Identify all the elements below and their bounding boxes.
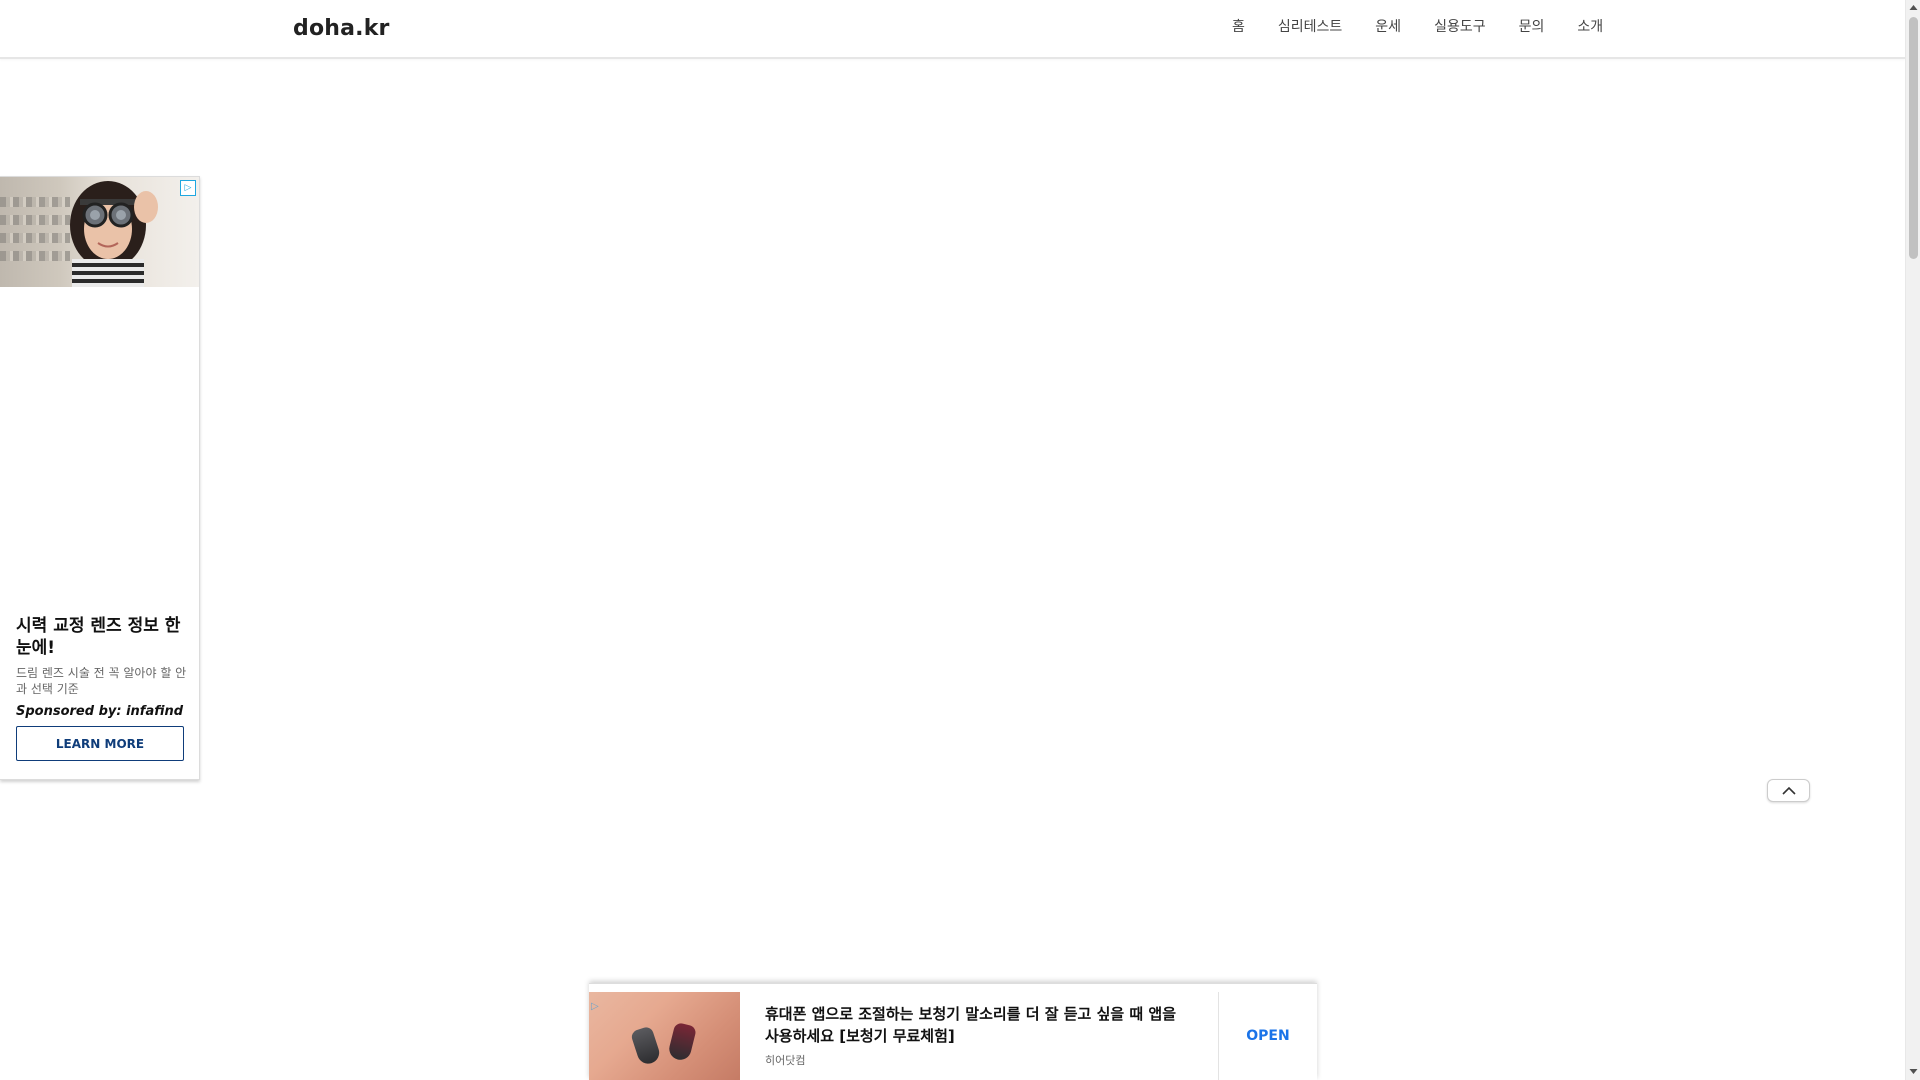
ad-choices-icon[interactable]: ▷ [591, 1001, 599, 1012]
nav-fortune[interactable]: 운세 [1375, 16, 1401, 36]
left-sidebar-ad[interactable]: ▷ 시력 교정 렌즈 정보 한눈에! 드림 렌즈 시술 전 꼭 알아야 할 안과… [0, 176, 200, 780]
bottom-anchor-ad[interactable]: ▷ 휴대폰 앱으로 조절하는 보청기 말소리를 더 잘 듣고 싶을 때 앱을 사… [589, 983, 1317, 1080]
main-nav: 홈 심리테스트 운세 실용도구 문의 소개 [1232, 16, 1603, 36]
nav-psych-test[interactable]: 심리테스트 [1278, 16, 1342, 36]
nav-about[interactable]: 소개 [1577, 16, 1603, 36]
learn-more-button[interactable]: LEARN MORE [16, 726, 184, 761]
chevron-up-icon [1782, 786, 1796, 795]
scrollbar-thumb[interactable] [1909, 17, 1918, 259]
ad-title[interactable]: 시력 교정 렌즈 정보 한눈에! [16, 615, 191, 659]
ad-description: 드림 렌즈 시술 전 꼭 알아야 할 안과 선택 기준 [16, 666, 187, 696]
site-header: doha.kr 홈 심리테스트 운세 실용도구 문의 소개 [0, 0, 1905, 59]
scroll-up-arrow-icon[interactable] [1909, 3, 1918, 12]
scroll-to-top-button[interactable] [1767, 779, 1810, 802]
ad-sponsor: Sponsored by: infafind [16, 704, 184, 719]
scroll-down-arrow-icon[interactable] [1909, 1067, 1918, 1076]
page: doha.kr 홈 심리테스트 운세 실용도구 문의 소개 ▷ 시력 교정 렌즈… [0, 0, 1920, 1080]
open-button[interactable]: OPEN [1219, 992, 1317, 1080]
nav-tools[interactable]: 실용도구 [1434, 16, 1486, 36]
ad-image[interactable]: ▷ [0, 177, 199, 287]
nav-home[interactable]: 홈 [1232, 16, 1245, 36]
nav-contact[interactable]: 문의 [1519, 16, 1545, 36]
bottom-ad-headline[interactable]: 휴대폰 앱으로 조절하는 보청기 말소리를 더 잘 듣고 싶을 때 앱을 사용하… [765, 1003, 1185, 1047]
site-logo[interactable]: doha.kr [293, 16, 390, 41]
bottom-ad-image[interactable]: ▷ [589, 992, 740, 1080]
ad-choices-icon[interactable]: ▷ [180, 180, 196, 196]
vertical-scrollbar[interactable] [1905, 0, 1920, 1080]
bottom-ad-source: 히어닷컴 [765, 1054, 806, 1067]
